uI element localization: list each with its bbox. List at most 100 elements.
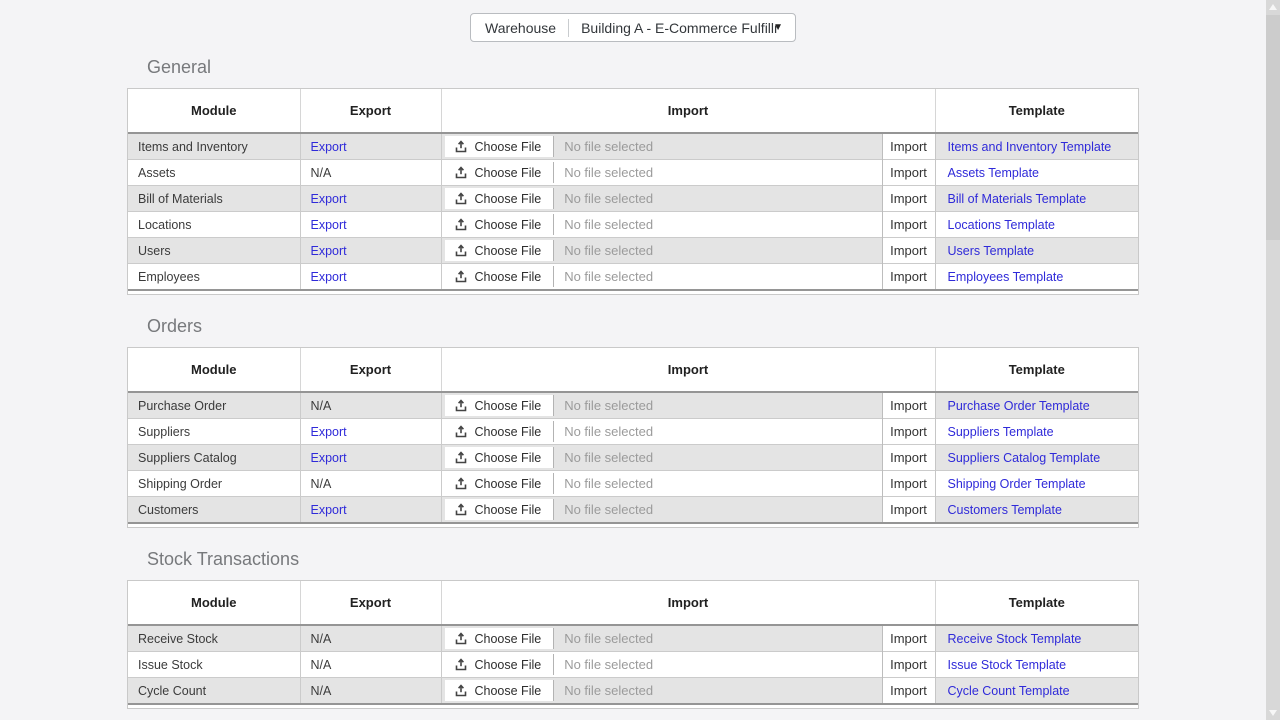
export-link[interactable]: Export [311,425,347,439]
table-row: Shipping OrderN/AChoose FileNo file sele… [128,471,1138,497]
upload-icon [454,140,468,154]
module-name-cell: Issue Stock [128,652,300,678]
scrollbar-thumb[interactable] [1266,15,1280,240]
table-row: Cycle CountN/AChoose FileNo file selecte… [128,678,1138,705]
choose-file-button[interactable]: Choose File [445,654,555,675]
template-download-link[interactable]: Receive Stock Template [948,632,1082,646]
file-input[interactable]: Choose FileNo file selected [442,238,882,263]
file-input[interactable]: Choose FileNo file selected [442,652,882,677]
warehouse-context-picker: Warehouse Building A - E-Commerce Fulfil… [470,13,796,42]
module-name-cell: Suppliers [128,419,300,445]
scrollbar-up-arrow-icon[interactable] [1266,0,1280,15]
export-not-available: N/A [311,632,332,646]
choose-file-button[interactable]: Choose File [445,162,555,183]
upload-icon [454,632,468,646]
import-button[interactable]: Import [882,445,935,471]
import-button[interactable]: Import [882,419,935,445]
file-input[interactable]: Choose FileNo file selected [442,419,882,444]
choose-file-button[interactable]: Choose File [445,136,555,157]
export-link[interactable]: Export [311,140,347,154]
file-input[interactable]: Choose FileNo file selected [442,160,882,185]
template-download-link[interactable]: Cycle Count Template [948,684,1070,698]
template-download-link[interactable]: Shipping Order Template [948,477,1086,491]
export-cell: Export [300,212,441,238]
import-button[interactable]: Import [882,625,935,652]
template-download-link[interactable]: Suppliers Template [948,425,1054,439]
table-row: Suppliers Export Choose FileNo file select… [128,419,1138,445]
choose-file-button[interactable]: Choose File [445,188,555,209]
export-link[interactable]: Export [311,270,347,284]
template-cell: Shipping Order Template [935,471,1138,497]
export-link[interactable]: Export [311,244,347,258]
import-button[interactable]: Import [882,471,935,497]
vertical-scrollbar[interactable] [1266,0,1280,720]
upload-icon [454,477,468,491]
table-row: EmployeesExportChoose FileNo file select… [128,264,1138,291]
file-input[interactable]: Choose FileNo file selected [442,678,882,703]
choose-file-button[interactable]: Choose File [445,421,555,442]
template-download-link[interactable]: Suppliers Catalog Template [948,451,1101,465]
choose-file-label: Choose File [475,684,542,698]
template-download-link[interactable]: Users Template [948,244,1035,258]
column-header-import: Import [441,581,935,625]
export-link[interactable]: Export [311,503,347,517]
column-header-export: Export [300,348,441,392]
import-button[interactable]: Import [882,133,935,160]
choose-file-button[interactable]: Choose File [445,214,555,235]
export-link[interactable]: Export [311,451,347,465]
template-cell: Issue Stock Template [935,652,1138,678]
template-cell: Customers Template [935,497,1138,524]
table-row: AssetsN/AChoose FileNo file selectedImpo… [128,160,1138,186]
template-download-link[interactable]: Issue Stock Template [948,658,1067,672]
template-download-link[interactable]: Bill of Materials Template [948,192,1087,206]
export-cell: Export [300,133,441,160]
file-input[interactable]: Choose FileNo file selected [442,445,882,470]
module-name-cell: Suppliers Catalog [128,445,300,471]
choose-file-button[interactable]: Choose File [445,240,555,261]
import-button[interactable]: Import [882,392,935,419]
no-file-selected-text: No file selected [554,269,881,284]
choose-file-button[interactable]: Choose File [445,628,555,649]
import-button[interactable]: Import [882,160,935,186]
template-download-link[interactable]: Customers Template [948,503,1062,517]
template-download-link[interactable]: Purchase Order Template [948,399,1090,413]
file-input[interactable]: Choose FileNo file selected [442,626,882,651]
import-button[interactable]: Import [882,238,935,264]
file-input[interactable]: Choose FileNo file selected [442,264,882,289]
upload-icon [454,451,468,465]
template-download-link[interactable]: Assets Template [948,166,1039,180]
file-input[interactable]: Choose FileNo file selected [442,393,882,418]
choose-file-button[interactable]: Choose File [445,680,555,701]
module-name-cell: Assets [128,160,300,186]
import-button[interactable]: Import [882,497,935,524]
file-input[interactable]: Choose FileNo file selected [442,471,882,496]
context-divider [568,19,569,37]
column-header-export: Export [300,89,441,133]
choose-file-button[interactable]: Choose File [445,499,555,520]
upload-icon [454,218,468,232]
import-button[interactable]: Import [882,186,935,212]
import-button[interactable]: Import [882,678,935,705]
choose-file-button[interactable]: Choose File [445,447,555,468]
choose-file-button[interactable]: Choose File [445,395,555,416]
warehouse-select[interactable]: Building A - E-Commerce Fulfillme ▼ [581,14,785,41]
template-download-link[interactable]: Locations Template [948,218,1055,232]
template-download-link[interactable]: Items and Inventory Template [948,140,1112,154]
choose-file-button[interactable]: Choose File [445,473,555,494]
import-button[interactable]: Import [882,212,935,238]
export-cell: N/A [300,678,441,705]
scrollbar-down-arrow-icon[interactable] [1266,705,1280,720]
choose-file-button[interactable]: Choose File [445,266,555,287]
template-download-link[interactable]: Employees Template [948,270,1064,284]
file-input[interactable]: Choose FileNo file selected [442,497,882,522]
no-file-selected-text: No file selected [554,450,881,465]
file-input[interactable]: Choose FileNo file selected [442,186,882,211]
export-link[interactable]: Export [311,218,347,232]
import-button[interactable]: Import [882,264,935,291]
template-cell: Suppliers Catalog Template [935,445,1138,471]
file-input[interactable]: Choose FileNo file selected [442,134,882,159]
file-input[interactable]: Choose FileNo file selected [442,212,882,237]
import-file-cell: Choose FileNo file selected [441,238,882,264]
import-button[interactable]: Import [882,652,935,678]
export-link[interactable]: Export [311,192,347,206]
